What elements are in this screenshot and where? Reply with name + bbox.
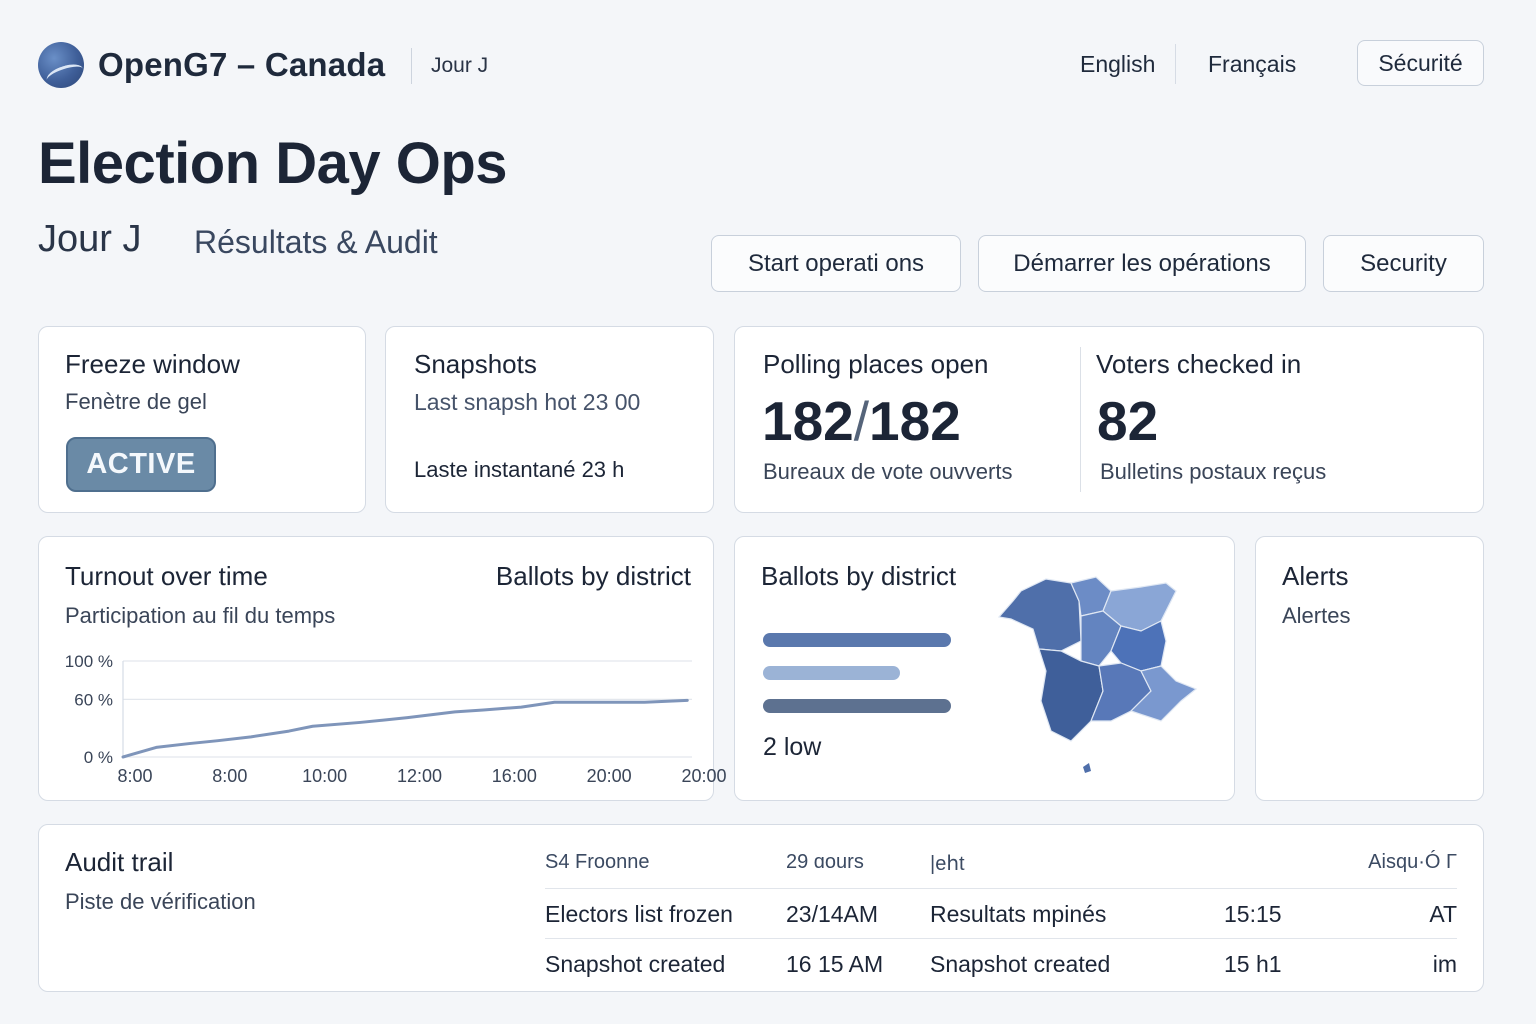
voters-subtitle: Bulletins postaux reçus xyxy=(1100,459,1327,484)
audit-header-cell: 29 ɑours xyxy=(786,851,864,873)
brand-divider xyxy=(411,48,412,84)
security-button[interactable]: Security xyxy=(1323,235,1484,292)
x-tick-label: 20:00 xyxy=(587,766,632,786)
audit-cell-time: 16 15 AM xyxy=(786,951,884,977)
snapshots-last-fr: Laste instantané 23 h xyxy=(414,457,625,482)
page-subtitle-results: Résultats & Audit xyxy=(194,224,438,260)
audit-cell-user: AT xyxy=(1429,901,1457,927)
audit-table: S4 Froonne 29 ɑours |eհt Aisqu·Ó Γ Elect… xyxy=(545,839,1457,989)
audit-cell-user: im xyxy=(1432,951,1457,977)
audit-cell-event: Snapshot created xyxy=(545,951,726,977)
snapshots-card: Snapshots Last snapsh hot 23 00 Laste in… xyxy=(385,326,714,513)
audit-header-cell: Aisqu·Ó Γ xyxy=(1368,851,1457,873)
audit-cell-time: 15 h1 xyxy=(1224,951,1282,977)
brand-subtitle: Jour J xyxy=(431,54,489,77)
district-island xyxy=(1083,763,1091,773)
turnout-subtitle: Participation au fil du temps xyxy=(65,603,336,628)
x-tick-label: 8:00 xyxy=(117,766,152,786)
audit-cell-event: Snapshot created xyxy=(930,951,1111,977)
language-english-link[interactable]: English xyxy=(1080,51,1155,78)
ballots-card: Ballots by district 2 low xyxy=(734,536,1235,801)
y-tick-label: 0 % xyxy=(84,748,113,767)
freeze-window-card: Freeze window Fenètre de gel ACTIVE xyxy=(38,326,366,513)
brand-name: OpenG7 – Canada xyxy=(98,46,386,83)
turnout-title: Turnout over time xyxy=(65,561,268,591)
language-french-link[interactable]: Français xyxy=(1208,51,1296,78)
audit-cell-event: Electors list frozen xyxy=(545,901,733,927)
audit-cell-time: 23/14AM xyxy=(786,901,879,927)
freeze-subtitle: Fenètre de gel xyxy=(65,389,207,414)
polling-stats-card: Polling places open 182/182 Bureaux de v… xyxy=(734,326,1484,513)
audit-header-row: S4 Froonne 29 ɑours |eհt Aisqu·Ó Γ xyxy=(545,839,1457,889)
turnout-alt-title: Ballots by district xyxy=(495,561,691,591)
audit-header-cell: S4 Froonne xyxy=(545,851,650,873)
voters-value: 82 xyxy=(1097,390,1159,452)
page-subtitle-jour: Jour J xyxy=(38,218,142,260)
freeze-title: Freeze window xyxy=(65,349,240,379)
district-map[interactable] xyxy=(991,571,1221,781)
voters-title: Voters checked in xyxy=(1096,349,1302,379)
audit-title: Audit trail xyxy=(65,847,174,877)
y-tick-label: 60 % xyxy=(74,690,113,709)
table-row[interactable]: Electors list frozen 23/14AM Resultats m… xyxy=(545,889,1457,939)
turnout-card: Turnout over time Ballots by district Pa… xyxy=(38,536,727,801)
audit-cell-time: 15:15 xyxy=(1224,901,1282,927)
language-divider xyxy=(1175,44,1176,84)
audit-header-cell: |eհt xyxy=(930,853,965,875)
turnout-chart: 0 % 60 % 100 % 8:00 8:00 10:00 12:00 16:00 20:00… xyxy=(65,652,727,786)
freeze-status-badge[interactable]: ACTIVE xyxy=(66,437,216,492)
turnout-series-line xyxy=(121,698,689,759)
x-tick-label: 20:00 xyxy=(681,766,726,786)
polling-subtitle: Bureaux de vote ouvverts xyxy=(763,459,1013,484)
start-operations-fr-button[interactable]: Démarrer les opérations xyxy=(978,235,1306,292)
ballots-title: Ballots by district xyxy=(761,561,957,591)
ballot-bar xyxy=(763,666,900,680)
start-operations-button[interactable]: Start operati ons xyxy=(711,235,961,292)
district-west xyxy=(997,578,1082,652)
table-row[interactable]: Snapshot created 16 15 AM Snapshot creat… xyxy=(545,939,1457,989)
logo-icon xyxy=(38,42,84,88)
alerts-card: Alerts Alertes xyxy=(1255,536,1484,801)
polling-title: Polling places open xyxy=(763,349,989,379)
alerts-subtitle: Alertes xyxy=(1282,603,1351,628)
alerts-title: Alerts xyxy=(1282,561,1349,591)
x-tick-label: 10:00 xyxy=(302,766,347,786)
top-bar: OpenG7 – Canada Jour J English Français … xyxy=(38,40,1484,90)
polling-divider xyxy=(1080,347,1081,492)
x-tick-label: 16:00 xyxy=(492,766,537,786)
security-fr-button[interactable]: Sécurité xyxy=(1357,40,1484,86)
ballots-caption: 2 low xyxy=(763,733,822,761)
snapshots-last-en: Last snapsh hot 23 00 xyxy=(414,389,641,415)
ballot-bar xyxy=(763,633,951,647)
x-tick-label: 8:00 xyxy=(212,766,247,786)
ballot-bar xyxy=(763,699,951,713)
x-tick-label: 12:00 xyxy=(397,766,442,786)
audit-trail-card: Audit trail Piste de vérification S4 Fro… xyxy=(38,824,1484,992)
page-title: Election Day Ops xyxy=(38,131,508,196)
polling-open-value: 182/182 xyxy=(762,390,961,452)
audit-cell-event: Resultats mpinés xyxy=(930,901,1107,927)
y-tick-label: 100 % xyxy=(65,652,113,671)
audit-subtitle: Piste de vérification xyxy=(65,889,256,914)
snapshots-title: Snapshots xyxy=(414,349,537,379)
